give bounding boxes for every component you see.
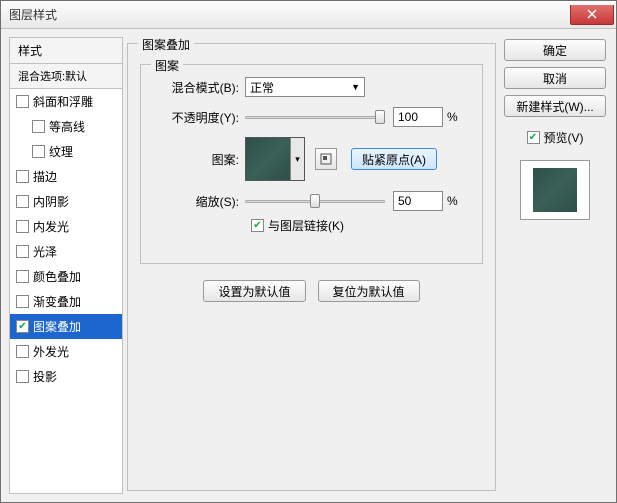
close-icon [587,9,597,19]
chevron-down-icon: ▼ [351,82,360,92]
opacity-slider[interactable] [245,108,385,126]
scale-slider[interactable] [245,192,385,210]
sidebar-item-label: 外发光 [33,343,69,360]
set-default-button[interactable]: 设置为默认值 [203,280,305,302]
sidebar-item[interactable]: 外发光 [10,339,122,364]
opacity-label: 不透明度(Y): [155,109,245,126]
sidebar-item-label: 内阴影 [33,193,69,210]
layer-style-dialog: 图层样式 样式 混合选项:默认 斜面和浮雕等高线纹理描边内阴影内发光光泽颜色叠加… [0,0,617,503]
pattern-inner-group: 图案 混合模式(B): 正常 ▼ 不透明度(Y): [140,64,483,264]
blend-mode-row: 混合模式(B): 正常 ▼ [155,77,468,97]
sidebar-item-label: 描边 [33,168,57,185]
style-checkbox[interactable] [16,220,29,233]
pattern-label: 图案: [155,151,245,168]
sidebar-item[interactable]: 颜色叠加 [10,264,122,289]
sidebar-item[interactable]: 渐变叠加 [10,289,122,314]
titlebar: 图层样式 [1,1,616,29]
slider-track [245,116,385,119]
sidebar-item[interactable]: 内发光 [10,214,122,239]
sidebar-header: 样式 [10,38,122,64]
slider-thumb[interactable] [310,194,320,208]
style-checkbox[interactable] [16,95,29,108]
sidebar-item[interactable]: 斜面和浮雕 [10,89,122,114]
pattern-dropdown-arrow[interactable]: ▾ [290,138,304,180]
blend-mode-combo[interactable]: 正常 ▼ [245,77,365,97]
preview-box [520,160,590,220]
blend-mode-value: 正常 [250,79,274,96]
close-button[interactable] [570,5,614,25]
opacity-row: 不透明度(Y): 100 % [155,107,468,127]
sidebar-item[interactable]: 纹理 [10,139,122,164]
sidebar-subheader[interactable]: 混合选项:默认 [10,64,122,89]
pattern-swatch[interactable]: ▾ [245,137,305,181]
style-checkbox[interactable]: ✔ [16,320,29,333]
sidebar-item-label: 渐变叠加 [33,293,81,310]
styles-sidebar: 样式 混合选项:默认 斜面和浮雕等高线纹理描边内阴影内发光光泽颜色叠加渐变叠加 ✔… [9,37,123,494]
sidebar-item-label: 颜色叠加 [33,268,81,285]
link-checkbox[interactable]: ✔ [251,219,264,232]
sidebar-item[interactable]: 描边 [10,164,122,189]
new-preset-icon [320,153,332,165]
opacity-input[interactable]: 100 [393,107,443,127]
sidebar-item-label: 等高线 [49,118,85,135]
sidebar-item[interactable]: 等高线 [10,114,122,139]
sidebar-item-label: 图案叠加 [33,318,81,335]
scale-input[interactable]: 50 [393,191,443,211]
blend-mode-label: 混合模式(B): [155,79,245,96]
dialog-body: 样式 混合选项:默认 斜面和浮雕等高线纹理描边内阴影内发光光泽颜色叠加渐变叠加 ✔… [1,29,616,502]
style-checkbox[interactable] [16,195,29,208]
preview-checkbox[interactable]: ✔ [527,131,540,144]
cancel-button[interactable]: 取消 [504,67,606,89]
style-checkbox[interactable] [16,345,29,358]
preview-label: 预览(V) [544,129,584,146]
preview-swatch [533,168,577,212]
link-label: 与图层链接(K) [268,217,344,234]
snap-to-origin-button[interactable]: 贴紧原点(A) [351,148,437,170]
sidebar-item[interactable]: 投影 [10,364,122,389]
style-checkbox[interactable] [16,170,29,183]
sidebar-item-label: 内发光 [33,218,69,235]
style-checkbox[interactable] [16,245,29,258]
create-pattern-button[interactable] [315,148,337,170]
preview-checkbox-row: ✔ 预览(V) [504,129,606,146]
window-title: 图层样式 [9,6,57,23]
percent-label: % [447,110,458,124]
sidebar-item-label: 斜面和浮雕 [33,93,93,110]
ok-button[interactable]: 确定 [504,39,606,61]
scale-row: 缩放(S): 50 % [155,191,468,211]
style-checkbox[interactable] [16,370,29,383]
percent-label: % [447,194,458,208]
new-style-button[interactable]: 新建样式(W)... [504,95,606,117]
pattern-thumbnail [246,138,290,180]
scale-label: 缩放(S): [155,193,245,210]
inner-group-title: 图案 [151,57,183,74]
default-buttons-row: 设置为默认值 复位为默认值 [140,280,483,302]
group-title: 图案叠加 [138,36,194,53]
pattern-overlay-group: 图案叠加 图案 混合模式(B): 正常 ▼ 不透明度(Y): [127,43,496,491]
style-checkbox[interactable] [32,145,45,158]
sidebar-item-label: 投影 [33,368,57,385]
style-checkbox[interactable] [16,295,29,308]
reset-default-button[interactable]: 复位为默认值 [318,280,420,302]
sidebar-item[interactable]: 内阴影 [10,189,122,214]
sidebar-item-label: 光泽 [33,243,57,260]
main-panel: 图案叠加 图案 混合模式(B): 正常 ▼ 不透明度(Y): [123,29,504,502]
sidebar-item-label: 纹理 [49,143,73,160]
sidebar-item[interactable]: 光泽 [10,239,122,264]
style-checkbox[interactable] [16,270,29,283]
link-with-layer-row: ✔ 与图层链接(K) [251,217,468,234]
style-checkbox[interactable] [32,120,45,133]
pattern-row: 图案: ▾ 贴紧原点(A) [155,137,468,181]
sidebar-item[interactable]: ✔ 图案叠加 [10,314,122,339]
right-column: 确定 取消 新建样式(W)... ✔ 预览(V) [504,29,616,502]
slider-thumb[interactable] [375,110,385,124]
